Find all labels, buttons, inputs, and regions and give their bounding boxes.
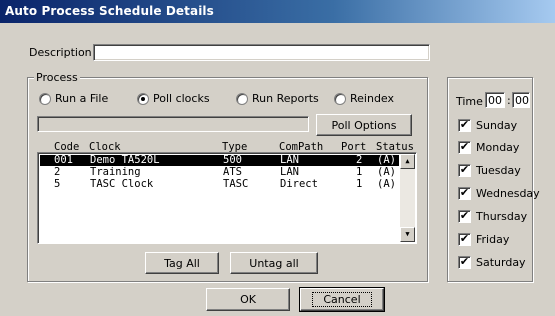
cell-code: 5 [54,178,61,190]
cell-port: 2 [356,154,363,166]
radio-run-reports[interactable]: Run Reports [236,92,319,105]
tag-all-button[interactable]: Tag All [145,252,219,274]
radio-dot [39,92,51,105]
radio-dot [236,92,248,105]
untag-all-button[interactable]: Untag all [230,252,318,274]
table-row[interactable]: 2 Training ATS LAN 1 (A) [40,166,399,178]
checkbox-sunday[interactable]: ✔ Sunday [458,119,517,132]
checkbox-friday[interactable]: ✔ Friday [458,233,509,246]
ok-button[interactable]: OK [206,288,290,311]
table-row[interactable]: 5 TASC Clock TASC Direct 1 (A) [40,178,399,190]
clock-list[interactable]: 001 Demo TA520L 500 LAN 2 (A) 2 Training… [37,152,417,244]
scroll-down-icon[interactable]: ▼ [400,227,415,242]
description-input[interactable] [93,44,430,61]
check-icon: ✔ [458,209,471,223]
radio-dot-selected [137,92,149,105]
checkbox-saturday[interactable]: ✔ Saturday [458,256,526,269]
process-group-legend: Process [34,71,80,84]
cell-status: (A) [377,178,396,190]
focus-rect: Cancel [312,292,372,307]
radio-dot [334,92,346,105]
radio-reindex[interactable]: Reindex [334,92,394,105]
check-icon: ✔ [458,186,471,200]
cell-type: 500 [223,154,242,166]
window-title-bar[interactable]: Auto Process Schedule Details [0,0,555,23]
cell-code: 2 [54,166,61,178]
window-title: Auto Process Schedule Details [5,4,214,18]
cell-port: 1 [356,178,363,190]
cell-clock: Training [90,166,141,178]
cell-status: (A) [377,166,396,178]
check-icon: ✔ [458,232,471,246]
description-label: Description [29,46,92,59]
time-hours-field[interactable]: 00 [485,92,505,108]
poll-options-button[interactable]: Poll Options [316,114,412,136]
cell-clock: Demo TA520L [90,154,160,166]
cell-status: (A) [377,154,396,166]
time-separator: : [507,94,511,107]
radio-run-a-file[interactable]: Run a File [39,92,108,105]
check-icon: ✔ [458,255,471,269]
cell-compath: LAN [280,166,299,178]
checkbox-tuesday[interactable]: ✔ Tuesday [458,164,521,177]
table-row[interactable]: 001 Demo TA520L 500 LAN 2 (A) [40,154,399,166]
check-icon: ✔ [458,118,471,132]
cancel-button[interactable]: Cancel [299,287,385,312]
list-scrollbar[interactable]: ▲ ▼ [400,154,415,242]
status-field [37,116,309,132]
cell-port: 1 [356,166,363,178]
cell-code: 001 [54,154,73,166]
check-icon: ✔ [458,163,471,177]
cell-type: TASC [223,178,249,190]
checkbox-thursday[interactable]: ✔ Thursday [458,210,527,223]
cell-clock: TASC Clock [90,178,154,190]
time-minutes-field[interactable]: 00 [512,92,530,108]
cell-type: ATS [223,166,242,178]
checkbox-monday[interactable]: ✔ Monday [458,141,519,154]
time-label: Time [456,95,483,108]
check-icon: ✔ [458,140,471,154]
checkbox-wednesday[interactable]: ✔ Wednesday [458,187,540,200]
cell-compath: LAN [280,154,299,166]
cell-compath: Direct [280,178,318,190]
scroll-up-icon[interactable]: ▲ [400,154,415,169]
radio-poll-clocks[interactable]: Poll clocks [137,92,210,105]
